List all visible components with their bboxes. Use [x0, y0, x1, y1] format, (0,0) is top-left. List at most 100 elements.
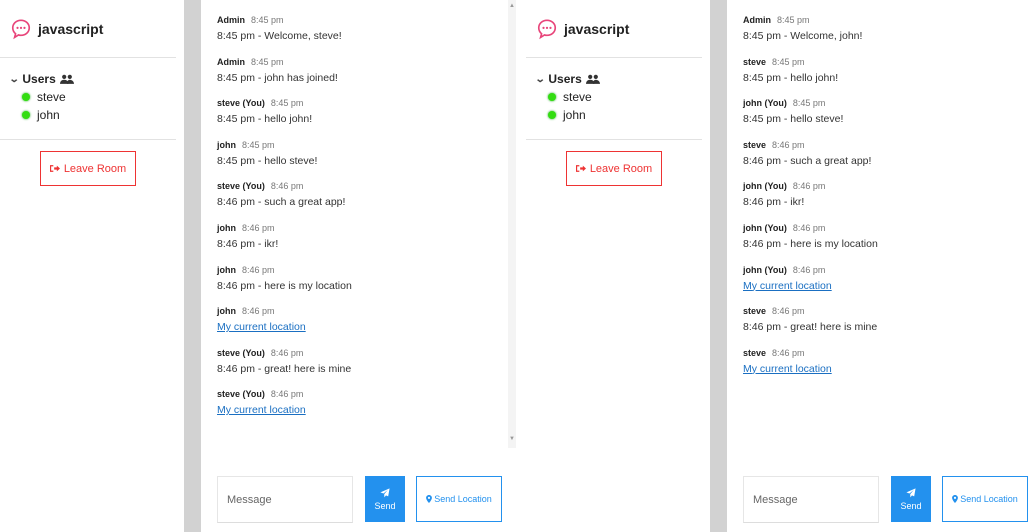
message-author: steve	[743, 306, 767, 317]
scroll-up-arrow-icon[interactable]: ▲	[509, 3, 515, 9]
compose-bar: Send Send Location	[217, 476, 502, 523]
message-body: 8:45 pm - hello steve!	[217, 154, 318, 167]
online-status-icon	[548, 111, 556, 119]
send-location-label: Send Location	[952, 493, 1018, 505]
sidebar: javascript ⌄ Users steve john Leave Room	[0, 0, 184, 532]
send-button[interactable]: Send	[891, 476, 931, 522]
message-time: 8:46 pm	[242, 306, 275, 317]
message-meta: steve 8:46 pm	[743, 305, 1022, 317]
message-body: 8:45 pm - hello steve!	[743, 113, 844, 126]
message-list: Admin 8:45 pm 8:45 pm - Welcome, john! stev…	[743, 14, 1022, 388]
message-author: john (You)	[743, 264, 787, 275]
location-link[interactable]: My current location	[217, 321, 306, 333]
window-divider	[710, 0, 727, 532]
message-body: 8:45 pm - hello john!	[743, 71, 839, 84]
message-author: steve (You)	[217, 98, 265, 109]
message-input[interactable]	[217, 476, 353, 523]
chat-bubble-icon	[11, 18, 31, 39]
message-time: 8:45 pm	[772, 56, 805, 67]
paper-plane-icon	[906, 487, 916, 497]
leave-room-button[interactable]: Leave Room	[40, 151, 136, 186]
message-author: Admin	[743, 15, 771, 25]
send-button[interactable]: Send	[365, 476, 405, 522]
message-meta: steve (You) 8:46 pm	[217, 180, 506, 192]
message-author: john	[217, 306, 236, 317]
room-header: javascript	[526, 0, 702, 58]
message-list: Admin 8:45 pm 8:45 pm - Welcome, steve! Adm…	[217, 14, 506, 430]
users-toggle[interactable]: ⌄ Users	[535, 72, 702, 86]
send-location-button[interactable]: Send Location	[416, 476, 502, 522]
online-status-icon	[22, 111, 30, 119]
message-author: steve (You)	[217, 347, 265, 358]
sign-out-icon	[575, 165, 586, 172]
message-body: My current location	[217, 319, 506, 335]
message-time: 8:46 pm	[270, 181, 304, 192]
message: john 8:46 pm 8:46 pm - ikr!	[217, 222, 506, 264]
message-meta: john (You) 8:46 pm	[743, 264, 1022, 276]
message-body: 8:46 pm - ikr!	[743, 196, 805, 209]
sidebar: javascript ⌄ Users steve john Leave Room	[526, 0, 710, 532]
screen-gap	[516, 0, 526, 532]
window-divider	[184, 0, 201, 532]
map-pin-icon	[952, 495, 959, 503]
location-link[interactable]: My current location	[743, 280, 832, 292]
message-body: 8:45 pm - Welcome, john!	[743, 30, 863, 42]
message-time: 8:45 pm	[242, 139, 275, 150]
message-meta: Admin 8:45 pm	[217, 14, 506, 26]
message-meta: steve 8:46 pm	[743, 347, 1022, 359]
message-meta: steve (You) 8:46 pm	[217, 347, 506, 359]
chat-window-1: javascript ⌄ Users steve john Leave Room…	[0, 0, 516, 532]
message: john (You) 8:46 pm 8:46 pm - here is my lo…	[743, 222, 1022, 264]
message-time: 8:45 pm	[792, 98, 826, 109]
message-time: 8:46 pm	[242, 222, 275, 233]
message: steve 8:46 pm 8:46 pm - such a great app!	[743, 139, 1022, 181]
scroll-down-arrow-icon[interactable]: ▼	[509, 436, 515, 442]
chat-bubble-icon	[537, 18, 557, 39]
message: steve 8:45 pm 8:45 pm - hello john!	[743, 56, 1022, 98]
message: john 8:46 pm My current location	[217, 305, 506, 347]
user-name: john	[563, 108, 586, 122]
message-meta: steve 8:45 pm	[743, 56, 1022, 68]
message-input[interactable]	[743, 476, 879, 523]
message-body: My current location	[743, 278, 1022, 294]
leave-room-label: Leave Room	[589, 162, 653, 175]
message-body: 8:46 pm - such a great app!	[743, 154, 872, 167]
user-list: steve john	[10, 90, 176, 122]
chat-window-2: javascript ⌄ Users steve john Leave Room…	[526, 0, 1032, 532]
message-time: 8:45 pm	[251, 56, 284, 67]
location-link[interactable]: My current location	[743, 363, 832, 375]
message-body: 8:45 pm - Welcome, steve!	[217, 30, 342, 42]
leave-room-button[interactable]: Leave Room	[566, 151, 662, 186]
message: steve (You) 8:45 pm 8:45 pm - hello john!	[217, 97, 506, 139]
users-section: ⌄ Users steve john	[0, 58, 176, 140]
message-author: steve	[743, 139, 767, 150]
send-label: Send	[374, 500, 396, 511]
users-toggle[interactable]: ⌄ Users	[9, 72, 176, 86]
chat-panel: Admin 8:45 pm 8:45 pm - Welcome, john! stev…	[727, 0, 1032, 532]
message-time: 8:46 pm	[772, 139, 805, 150]
user-item: steve	[548, 90, 702, 104]
messages-scrollbar[interactable]: ▲ ▼	[508, 0, 516, 448]
send-location-button[interactable]: Send Location	[942, 476, 1028, 522]
users-section: ⌄ Users steve john	[526, 58, 702, 140]
message-author: steve	[743, 56, 767, 67]
leave-room-label: Leave Room	[63, 162, 127, 175]
chat-panel: Admin 8:45 pm 8:45 pm - Welcome, steve! Adm…	[201, 0, 516, 532]
message: Admin 8:45 pm 8:45 pm - Welcome, john!	[743, 14, 1022, 56]
compose-bar: Send Send Location	[743, 476, 1028, 523]
message-time: 8:46 pm	[772, 306, 805, 317]
sign-out-icon	[49, 165, 60, 172]
message-meta: john 8:46 pm	[217, 305, 506, 317]
message-author: Admin	[217, 56, 245, 67]
message-meta: john (You) 8:46 pm	[743, 222, 1022, 234]
message-body: 8:45 pm - john has joined!	[217, 71, 338, 84]
message-author: john (You)	[743, 98, 787, 109]
user-name: john	[37, 108, 60, 122]
message-body: 8:46 pm - great! here is mine	[217, 362, 352, 375]
message-time: 8:45 pm	[251, 15, 284, 25]
user-name: steve	[563, 90, 592, 104]
message-time: 8:46 pm	[270, 347, 304, 358]
message-time: 8:45 pm	[270, 98, 304, 109]
user-item: john	[548, 108, 702, 122]
location-link[interactable]: My current location	[217, 404, 306, 416]
